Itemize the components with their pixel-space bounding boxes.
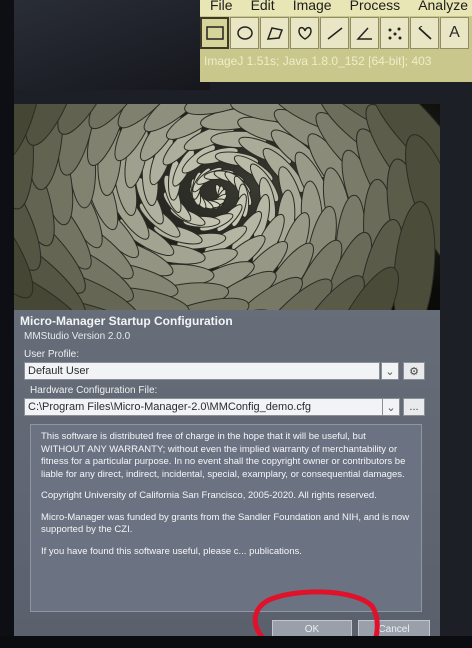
splash-image (14, 104, 440, 310)
browse-config-button[interactable]: ... (403, 398, 425, 416)
chevron-down-icon: ⌄ (385, 365, 395, 378)
imagej-window: File Edit Image Process Analyze A ImageJ… (200, 0, 472, 82)
chevron-down-icon: ⌄ (386, 401, 396, 414)
line-select-tool[interactable] (320, 17, 349, 49)
angle-tool[interactable] (350, 17, 379, 49)
text-tool-icon: A (449, 24, 460, 41)
oval-select-icon (236, 26, 253, 40)
license-text-area[interactable]: This software is distributed free of cha… (30, 424, 422, 612)
menu-process[interactable]: Process (350, 0, 401, 16)
monitor-bezel (0, 0, 14, 648)
funding-paragraph: Micro-Manager was funded by grants from … (41, 511, 410, 536)
user-profile-label: User Profile: (24, 349, 80, 360)
rectangle-select-tool[interactable] (200, 17, 229, 49)
citation-paragraph: If you have found this software useful, … (41, 545, 302, 557)
menu-analyze[interactable]: Analyze (418, 0, 468, 16)
gear-icon: ⚙ (409, 365, 419, 378)
rectangle-select-icon (205, 26, 224, 40)
dialog-title: Micro-Manager Startup Configuration (20, 314, 233, 328)
multipoint-tool[interactable] (380, 17, 409, 49)
imagej-menubar: File Edit Image Process Analyze (200, 0, 472, 16)
version-label: MMStudio Version 2.0.0 (24, 331, 131, 342)
freehand-select-icon (297, 26, 312, 40)
imagej-status: ImageJ 1.51s; Java 1.8.0_152 [64-bit]; 4… (204, 54, 432, 68)
menu-file[interactable]: File (210, 0, 233, 16)
background-glare (0, 0, 210, 90)
imagej-toolbar: A (200, 17, 472, 51)
polygon-select-icon (266, 27, 283, 40)
hardware-config-select[interactable]: C:\Program Files\Micro-Manager-2.0\MMCon… (24, 398, 398, 416)
user-profile-select[interactable]: Default User (24, 362, 380, 380)
menu-image[interactable]: Image (293, 0, 332, 16)
user-profile-options-button[interactable]: ⚙ (403, 362, 425, 380)
copyright-paragraph: Copyright University of California San F… (41, 490, 377, 501)
polygon-select-tool[interactable] (260, 17, 289, 49)
text-tool[interactable]: A (440, 17, 469, 49)
oval-select-tool[interactable] (230, 17, 259, 49)
hardware-config-label: Hardware Configuration File: (30, 385, 158, 396)
hardware-config-dropdown[interactable]: ⌄ (382, 398, 400, 416)
wand-tool[interactable] (410, 17, 439, 49)
license-paragraph: This software is distributed free of cha… (41, 431, 406, 480)
startup-dialog: Micro-Manager Startup Configuration MMSt… (14, 104, 440, 640)
line-select-icon (327, 27, 342, 40)
menu-edit[interactable]: Edit (251, 0, 275, 16)
monitor-bezel-bottom (0, 636, 472, 648)
user-profile-dropdown[interactable]: ⌄ (381, 362, 399, 380)
wand-tool-icon (417, 26, 432, 40)
angle-tool-icon (355, 27, 372, 40)
multipoint-tool-icon (388, 27, 401, 40)
freehand-select-tool[interactable] (290, 17, 319, 49)
